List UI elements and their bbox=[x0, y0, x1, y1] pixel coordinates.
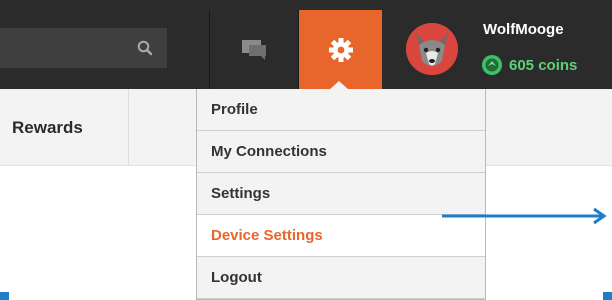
coin-balance: 605 coins bbox=[481, 54, 577, 76]
subnav-divider bbox=[128, 89, 129, 166]
menu-item-logout[interactable]: Logout bbox=[197, 257, 485, 299]
messages-button[interactable] bbox=[210, 10, 298, 89]
search-box[interactable] bbox=[0, 28, 167, 68]
wolf-avatar-icon bbox=[406, 23, 458, 75]
username[interactable]: WolfMooge bbox=[483, 21, 564, 38]
gear-icon bbox=[328, 37, 353, 62]
menu-item-profile[interactable]: Profile bbox=[197, 89, 485, 131]
menu-item-my-connections[interactable]: My Connections bbox=[197, 131, 485, 173]
subnav-item-rewards[interactable]: Rewards bbox=[8, 89, 128, 166]
search-input[interactable] bbox=[0, 28, 130, 68]
coin-count: 605 coins bbox=[509, 56, 578, 74]
coin-icon bbox=[482, 55, 502, 75]
settings-button[interactable] bbox=[299, 10, 382, 89]
user-profile-summary[interactable]: WolfMooge 605 coins bbox=[383, 10, 612, 89]
page: WolfMooge 605 coins Rewards Profile My C… bbox=[0, 0, 612, 300]
annotation-marker bbox=[0, 292, 9, 300]
settings-dropdown-menu: Profile My Connections Settings Device S… bbox=[196, 89, 486, 300]
chat-icon bbox=[242, 39, 266, 60]
annotation-marker bbox=[603, 292, 612, 300]
annotation-arrow bbox=[442, 207, 607, 225]
avatar[interactable] bbox=[406, 23, 458, 75]
search-icon[interactable] bbox=[136, 39, 154, 57]
top-navigation-bar: WolfMooge 605 coins bbox=[0, 0, 612, 89]
